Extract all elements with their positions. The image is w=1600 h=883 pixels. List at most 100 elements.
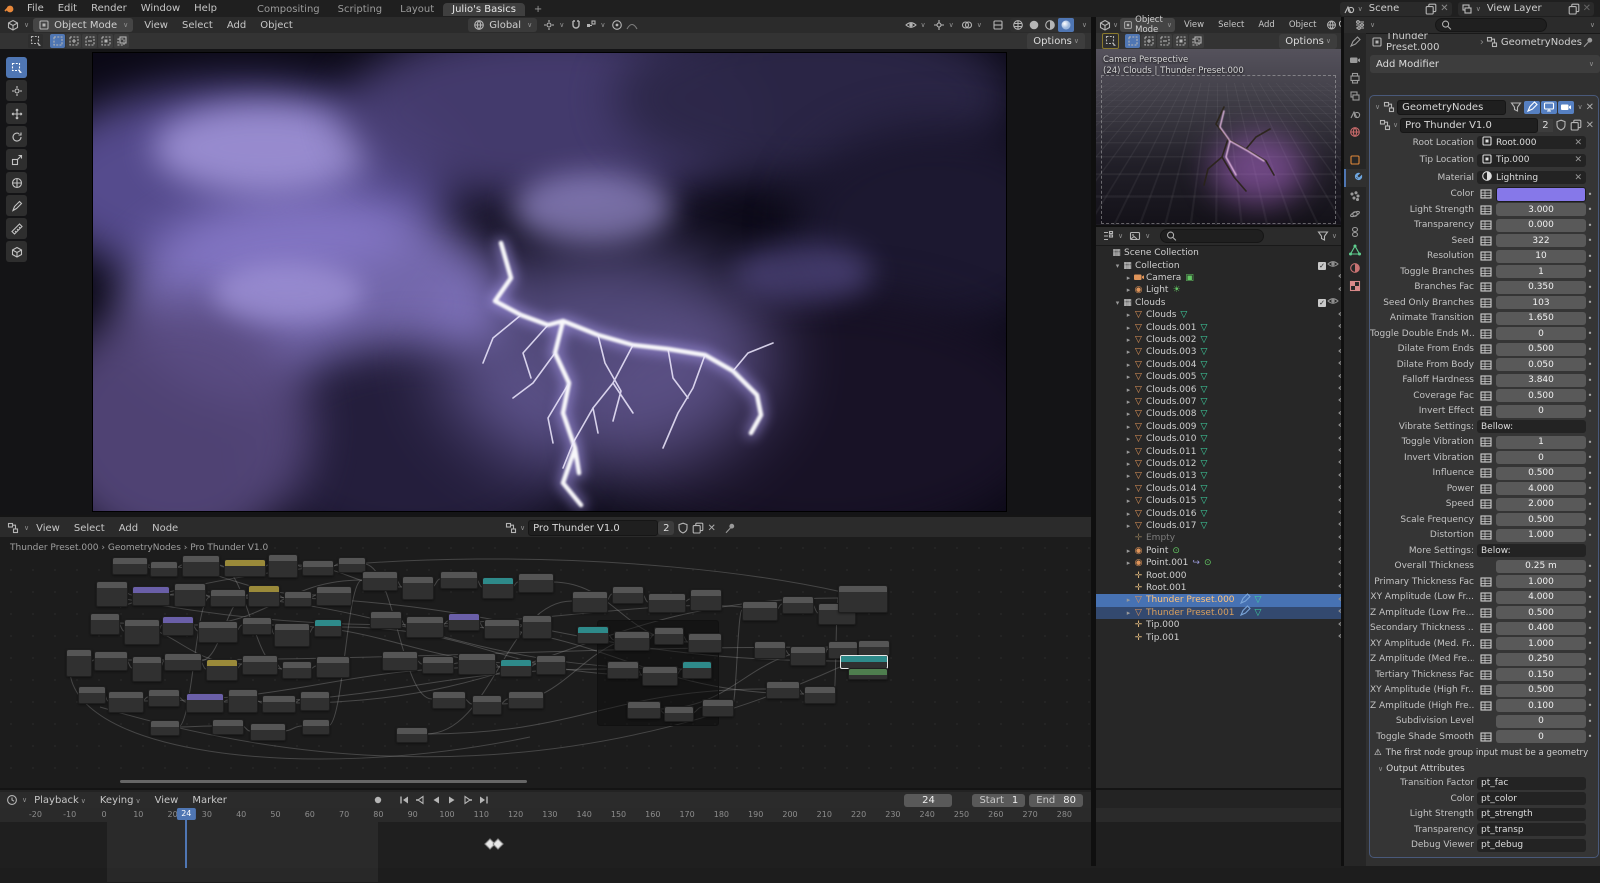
playhead-frame-badge[interactable]: 24 [177, 808, 196, 820]
graph-node[interactable] [607, 661, 639, 679]
nodes-icon[interactable]: ▽ [1200, 471, 1207, 481]
play-reverse-button[interactable] [428, 794, 444, 807]
viewport-menu-item[interactable]: Add [220, 20, 253, 31]
nodes-icon[interactable]: ▽ [1180, 310, 1187, 320]
graph-node[interactable] [370, 611, 402, 629]
outliner-row[interactable]: ▸ ◉ Point.001 ↪ ⊙ [1096, 557, 1369, 569]
graph-node[interactable] [198, 621, 238, 643]
value-slider[interactable]: 10 [1496, 249, 1586, 263]
expand-arrow-icon[interactable]: ▸ [1124, 559, 1133, 567]
nodes-icon[interactable]: ▽ [1200, 409, 1207, 419]
nodes-icon[interactable]: ▽ [1200, 509, 1207, 519]
timeline-menu-item[interactable]: Keying ∨ [93, 795, 148, 806]
graph-node[interactable] [132, 656, 162, 682]
graph-node[interactable] [648, 593, 686, 613]
graph-node[interactable] [612, 586, 644, 604]
outliner-row[interactable]: ▸ ▽ Clouds.012 ▽ [1096, 458, 1369, 470]
graph-node[interactable] [702, 699, 734, 717]
color-swatch[interactable] [1496, 186, 1586, 202]
graph-node[interactable] [848, 668, 888, 680]
graph-node[interactable] [754, 641, 786, 659]
graph-node[interactable] [458, 653, 496, 675]
gizmos-icon[interactable] [931, 19, 947, 31]
timeline-tracks[interactable] [0, 822, 1344, 882]
graph-node[interactable] [316, 586, 352, 606]
select-mode-extend[interactable] [66, 34, 81, 48]
animate-dot[interactable]: • [1586, 407, 1594, 416]
node-menu-item[interactable]: View [29, 523, 67, 534]
select-mode-subtract[interactable] [82, 34, 97, 48]
outliner-row[interactable]: ▸ ▽ Thunder Preset.001 ▽ [1096, 605, 1369, 619]
jump-to-start-button[interactable] [396, 794, 412, 807]
blender-logo-icon[interactable] [0, 3, 20, 15]
graph-node[interactable] [248, 585, 280, 607]
input-attribute-toggle-icon[interactable] [1478, 669, 1493, 681]
value-slider[interactable]: 0 [1496, 451, 1586, 465]
graph-node[interactable] [206, 659, 238, 681]
render-toggle[interactable] [1558, 100, 1575, 114]
nodes-icon[interactable]: ▽ [1200, 459, 1207, 469]
graph-node[interactable] [150, 561, 178, 577]
value-slider[interactable]: 0.350 [1496, 280, 1586, 294]
vertical-splitter[interactable] [1341, 17, 1344, 866]
graph-node[interactable] [790, 646, 826, 666]
graph-node[interactable] [402, 576, 434, 600]
graph-node[interactable] [688, 633, 722, 653]
value-slider[interactable]: 0 [1496, 714, 1586, 728]
properties-search-input[interactable] [1435, 18, 1548, 32]
graph-node[interactable] [242, 655, 278, 675]
menu-item[interactable]: File [20, 3, 51, 14]
select-mode-new[interactable] [1125, 34, 1140, 48]
filter-collection-icon[interactable] [1127, 230, 1143, 242]
outliner-row[interactable]: ▸ ▽ Clouds.015 ▽ [1096, 495, 1369, 507]
viewport-menu-item[interactable]: Select [1211, 20, 1251, 30]
outliner-row[interactable]: ✛ Tip.001 [1096, 631, 1369, 643]
funnel-icon[interactable] [1509, 101, 1523, 113]
graph-node[interactable] [642, 666, 678, 686]
visibility-icon[interactable] [903, 19, 919, 31]
mode-dropdown[interactable]: Object Mode ∨ [33, 18, 134, 32]
input-attribute-toggle-icon[interactable] [1478, 700, 1493, 712]
expand-arrow-icon[interactable]: ▸ [1124, 311, 1133, 319]
outliner-row[interactable]: ✛ Tip.000 [1096, 619, 1369, 631]
graph-node[interactable] [522, 615, 552, 639]
pivot-point-icon[interactable] [541, 19, 557, 31]
jump-to-end-button[interactable] [476, 794, 492, 807]
animate-dot[interactable]: • [1586, 515, 1594, 524]
value-slider[interactable]: 0.100 [1496, 699, 1586, 713]
nodes-icon[interactable]: ▽ [1200, 434, 1207, 444]
add-modifier-button[interactable]: Add Modifier ∨ [1370, 55, 1600, 73]
orientation-dropdown[interactable]: Global ∨ [468, 18, 538, 32]
graph-node[interactable] [536, 655, 566, 675]
graph-node[interactable] [362, 571, 398, 591]
expand-arrow-icon[interactable]: ▸ [1124, 423, 1133, 431]
value-slider[interactable]: 0.25 m [1496, 559, 1586, 573]
pin-icon[interactable] [1582, 36, 1594, 48]
nodes-icon[interactable]: ▽ [1200, 422, 1207, 432]
outliner-row[interactable]: ▸ Camera ▣ [1096, 272, 1369, 284]
outliner-row[interactable]: ▸ ▽ Clouds.004 ▽ [1096, 359, 1369, 371]
viewport-menu-item[interactable]: Select [175, 20, 220, 31]
graph-node[interactable] [577, 626, 609, 644]
timeline-menu-item[interactable]: View [148, 795, 186, 806]
animate-dot[interactable]: • [1586, 376, 1594, 385]
value-slider[interactable]: 0.500 [1496, 513, 1586, 527]
graph-node[interactable] [212, 719, 244, 735]
graph-node[interactable] [664, 706, 694, 722]
nodes-icon[interactable]: ▽ [1200, 347, 1207, 357]
nodes-icon[interactable]: ▽ [1200, 447, 1207, 457]
select-mode-intersect[interactable] [114, 34, 129, 48]
input-attribute-toggle-icon[interactable] [1478, 483, 1493, 495]
input-attribute-toggle-icon[interactable] [1478, 281, 1493, 293]
expand-arrow-icon[interactable]: ▸ [1124, 596, 1133, 604]
input-attribute-toggle-icon[interactable] [1478, 405, 1493, 417]
properties-tab-material[interactable] [1344, 259, 1366, 277]
object-field[interactable]: Root.000 ✕ [1477, 136, 1586, 150]
pointdata-icon[interactable]: ⊙ [1204, 558, 1212, 568]
input-attribute-toggle-icon[interactable] [1478, 684, 1493, 696]
input-attribute-toggle-icon[interactable] [1478, 576, 1493, 588]
graph-node[interactable] [148, 689, 180, 707]
expand-arrow-icon[interactable]: ▸ [1124, 361, 1133, 369]
value-slider[interactable]: 0 [1496, 327, 1586, 341]
add-cube-tool[interactable] [6, 241, 27, 262]
